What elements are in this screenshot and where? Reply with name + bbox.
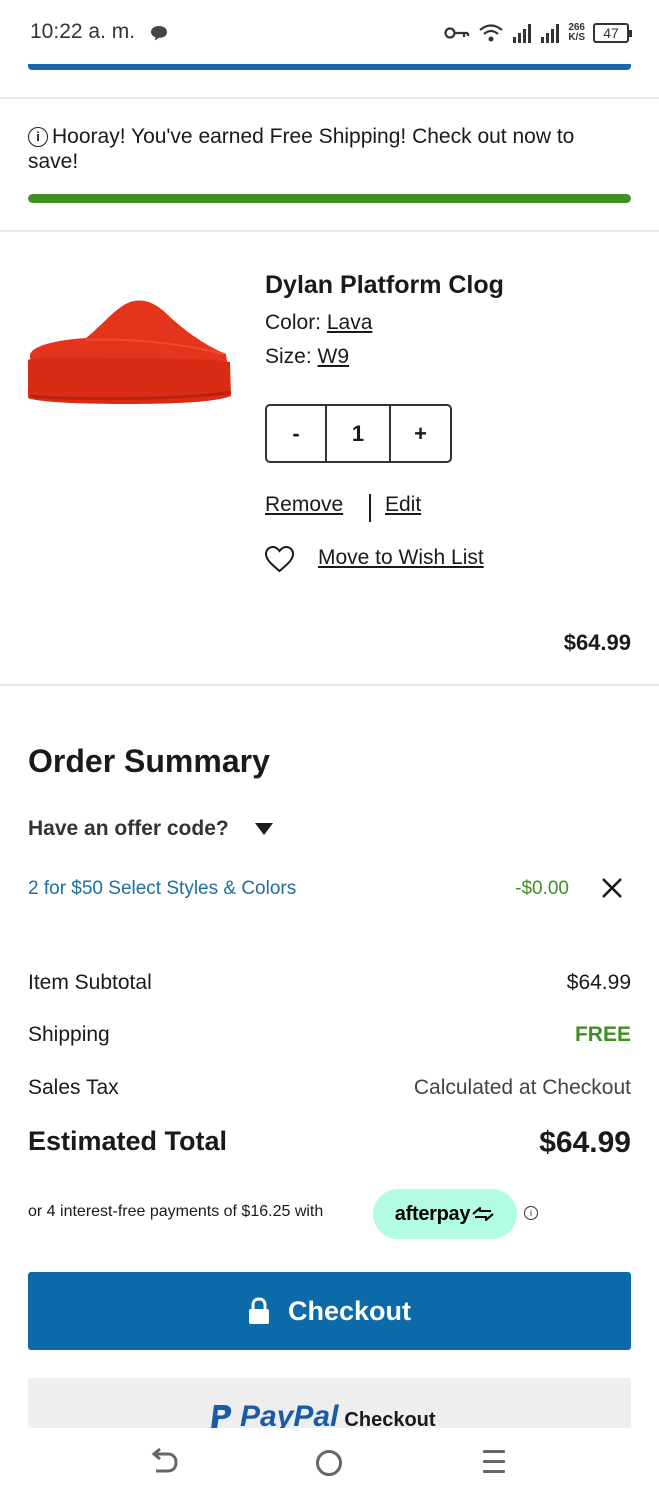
product-name[interactable]: Dylan Platform Clog [265, 271, 504, 300]
shipping-label: Shipping [28, 1023, 110, 1046]
free-shipping-banner: i Hooray! You've earned Free Shipping! Ch… [28, 124, 628, 174]
product-size: Size: W9 [265, 345, 349, 369]
color-label: Color: [265, 311, 322, 334]
signal-icon-2 [541, 24, 560, 43]
divider [0, 97, 659, 99]
edit-link[interactable]: Edit [385, 493, 421, 517]
quantity-value[interactable]: 1 [327, 406, 391, 461]
free-shipping-progress [28, 194, 631, 203]
afterpay-badge[interactable]: afterpay [373, 1189, 517, 1239]
tax-label: Sales Tax [28, 1076, 119, 1099]
speed-unit: K/S [568, 32, 585, 43]
subtotal-value: $64.99 [566, 971, 631, 994]
offer-code-label[interactable]: Have an offer code? [28, 817, 229, 841]
progress-fill [28, 194, 631, 203]
offer-code-toggle[interactable]: Have an offer code? [28, 817, 273, 841]
status-bar: 10:22 a. m. 266 K/S 47 [0, 0, 659, 66]
total-label: Estimated Total [28, 1126, 228, 1156]
battery-level: 47 [603, 25, 619, 41]
free-shipping-text: Hooray! You've earned Free Shipping! Che… [28, 125, 575, 173]
afterpay-logo-text: afterpay [394, 1202, 471, 1225]
checkout-label[interactable]: Checkout [288, 1296, 411, 1327]
size-label: Size: [265, 345, 312, 368]
tax-value: Calculated at Checkout [413, 1076, 631, 1099]
move-to-wishlist-link[interactable]: Move to Wish List [318, 546, 484, 570]
recent-apps-icon[interactable] [483, 1450, 505, 1480]
increase-quantity-button[interactable]: + [391, 406, 450, 461]
info-icon: i [28, 127, 48, 147]
header-bar-edge [28, 64, 631, 70]
afterpay-text: or 4 interest-free payments of $16.25 wi… [28, 1203, 324, 1220]
tax-row: Sales Tax Calculated at Checkout [28, 1076, 631, 1100]
afterpay-info-icon[interactable]: i [524, 1206, 538, 1220]
color-value[interactable]: Lava [327, 311, 373, 334]
product-color: Color: Lava [265, 311, 372, 335]
heart-icon[interactable] [264, 545, 295, 573]
afterpay-arrows-icon [472, 1207, 494, 1221]
signal-icon-1 [513, 24, 532, 43]
back-icon[interactable] [148, 1448, 180, 1478]
shipping-row: Shipping FREE [28, 1023, 631, 1047]
paypal-checkout-button[interactable]: PayPal Checkout [28, 1378, 631, 1428]
total-value: $64.99 [539, 1126, 631, 1159]
promo-amount: -$0.00 [515, 878, 569, 899]
estimated-total-row: Estimated Total $64.99 [28, 1126, 631, 1160]
chat-bubble-icon [151, 26, 167, 41]
close-icon[interactable] [600, 876, 624, 900]
paypal-wordmark: PayPal [240, 1400, 339, 1428]
lock-icon [248, 1297, 269, 1324]
order-summary-title: Order Summary [28, 743, 270, 779]
divider [0, 684, 659, 686]
caret-down-icon[interactable] [254, 823, 273, 835]
status-time: 10:22 a. m. [30, 20, 136, 43]
divider [0, 230, 659, 232]
promo-name: 2 for $50 Select Styles & Colors [28, 878, 297, 899]
home-icon[interactable] [316, 1450, 342, 1476]
paypal-checkout-label: Checkout [344, 1409, 436, 1428]
product-price: $64.99 [563, 630, 631, 655]
size-value[interactable]: W9 [318, 345, 350, 368]
network-speed: 266 K/S [568, 23, 585, 43]
subtotal-label: Item Subtotal [28, 971, 152, 994]
status-icons: 266 K/S 47 [444, 19, 632, 47]
product-image[interactable] [26, 296, 232, 408]
quantity-stepper: - 1 + [265, 404, 452, 463]
subtotal-row: Item Subtotal $64.99 [28, 971, 631, 995]
checkout-button[interactable]: Checkout [28, 1272, 631, 1350]
decrease-quantity-button[interactable]: - [267, 406, 327, 461]
battery-icon: 47 [593, 23, 632, 43]
paypal-logo-icon [211, 1405, 232, 1428]
vpn-key-icon [444, 27, 470, 39]
shipping-value: FREE [574, 1023, 631, 1046]
link-separator [369, 494, 371, 522]
system-nav-bar [0, 1428, 659, 1500]
paypal-content: PayPal Checkout [208, 1400, 436, 1428]
wifi-icon [479, 24, 504, 42]
remove-link[interactable]: Remove [265, 493, 343, 517]
